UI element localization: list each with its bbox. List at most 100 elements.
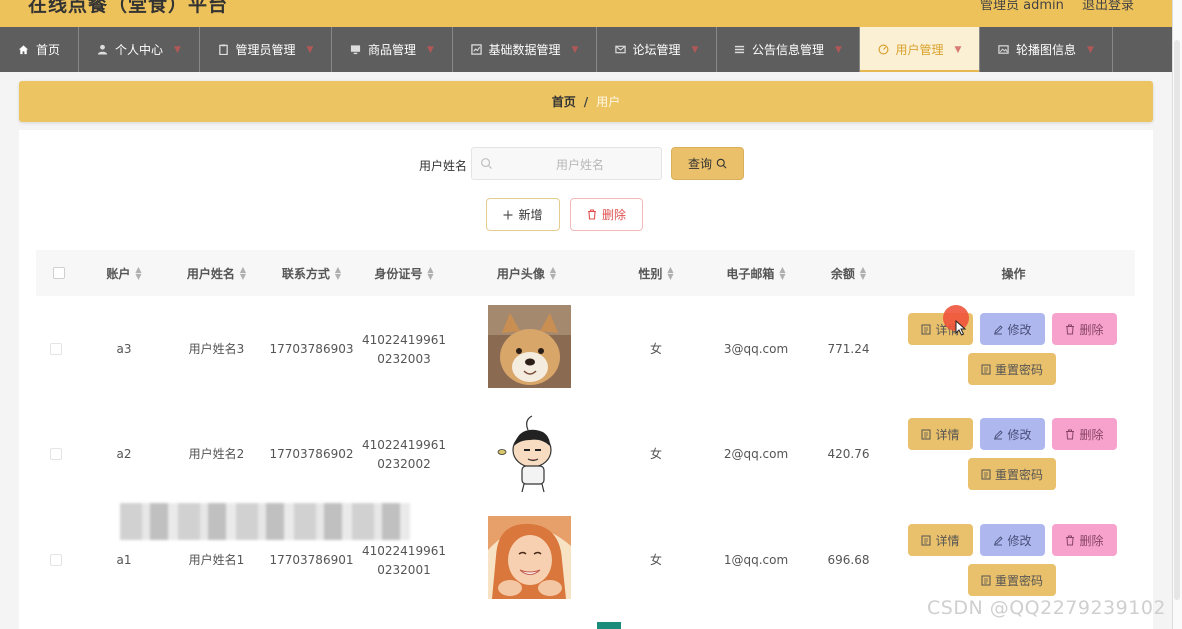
site-title: 在线点餐（堂食）平台 (28, 0, 229, 16)
delete-button[interactable]: 删除 (1052, 524, 1117, 556)
reset-password-button[interactable]: 重置密码 (968, 353, 1056, 385)
batch-delete-button[interactable]: 删除 (570, 198, 643, 231)
avatar (488, 412, 571, 495)
pagination-indicator[interactable] (597, 622, 621, 629)
trash-icon (1066, 324, 1075, 334)
nav-item-users[interactable]: 用户管理 ▼ (860, 27, 980, 72)
chevron-down-icon: ▼ (427, 44, 434, 55)
nav-item-label: 商品管理 (368, 43, 417, 57)
cell-balance: 771.24 (827, 342, 870, 356)
row-checkbox[interactable] (50, 448, 62, 460)
nav-item-label: 首页 (35, 43, 60, 57)
delete-button[interactable]: 删除 (1052, 313, 1117, 345)
column-header[interactable]: 用户姓名 ▲ ▼ (169, 250, 264, 296)
edit-button[interactable]: 修改 (980, 418, 1045, 450)
column-header[interactable]: 联系方式 ▲ ▼ (264, 250, 359, 296)
chevron-down-icon: ▼ (174, 44, 181, 55)
sort-icon: ▲ ▼ (427, 265, 434, 281)
pencil-icon (994, 324, 1004, 334)
window-scrollbar-thumb[interactable] (1174, 40, 1180, 600)
breadcrumb-current: 用户 (596, 95, 621, 109)
detail-button[interactable]: 详情 (908, 524, 973, 556)
column-header[interactable]: 性别 ▲ ▼ (606, 250, 706, 296)
document-icon (981, 469, 991, 479)
query-button-label: 查询 (687, 157, 712, 171)
pencil-icon (994, 429, 1004, 439)
nav-item-carousel[interactable]: 轮播图信息 ▼ (980, 27, 1113, 72)
search-field[interactable] (471, 147, 662, 181)
shiba-dog-image (488, 305, 571, 388)
nav-item-label: 论坛管理 (632, 43, 681, 57)
mail-icon (614, 45, 626, 54)
document-icon (921, 429, 931, 439)
watermark: CSDN @QQ2279239102 (927, 597, 1167, 619)
nav-item-forum[interactable]: 论坛管理 ▼ (597, 27, 717, 72)
detail-button[interactable]: 详情 (908, 418, 973, 450)
edit-button[interactable]: 修改 (980, 313, 1045, 345)
breadcrumb-separator: / (583, 94, 589, 109)
logout-link[interactable]: 退出登录 (1082, 0, 1134, 13)
cell-email: 2@qq.com (723, 447, 789, 461)
column-header[interactable]: 账户 ▲ ▼ (84, 250, 164, 296)
avatar (488, 305, 571, 388)
query-button[interactable]: 查询 (671, 147, 744, 180)
breadcrumb-home[interactable]: 首页 (552, 93, 576, 110)
nav-item-products[interactable]: 商品管理 ▼ (332, 27, 453, 72)
person-icon (97, 44, 108, 55)
nav-item-notices[interactable]: 公告信息管理 ▼ (717, 27, 860, 72)
sort-icon: ▲ ▼ (239, 265, 247, 281)
plus-icon (503, 210, 513, 219)
document-icon (981, 364, 991, 374)
nav-item-home[interactable]: 首页 (0, 27, 79, 72)
search-input[interactable] (498, 148, 662, 181)
sort-icon: ▲ ▼ (334, 265, 342, 281)
document-icon (981, 575, 991, 585)
cell-id: 41022419961 0232002 (362, 437, 446, 471)
row-checkbox[interactable] (50, 554, 62, 566)
delete-button[interactable]: 删除 (1052, 418, 1117, 450)
blurred-region (120, 503, 410, 540)
chevron-down-icon: ▼ (691, 44, 699, 55)
clipboard-icon (218, 44, 228, 55)
column-header[interactable]: 用户头像 ▲ ▼ (449, 250, 604, 296)
pencil-icon (994, 535, 1004, 545)
column-header[interactable]: 电子邮箱 ▲ ▼ (706, 250, 806, 296)
image-icon (998, 45, 1009, 54)
trash-icon (1066, 535, 1075, 545)
nav-item-label: 管理员管理 (235, 43, 296, 57)
cell-account: a2 (116, 447, 132, 461)
chart-icon (470, 44, 482, 55)
nav-item-basedata[interactable]: 基础数据管理 ▼ (453, 27, 597, 72)
cell-gender: 女 (649, 342, 662, 356)
nav-item-profile[interactable]: 个人中心 ▼ (79, 27, 200, 72)
row-checkbox[interactable] (50, 343, 62, 355)
list-icon (734, 45, 745, 54)
nav-item-admin[interactable]: 管理员管理 ▼ (200, 27, 332, 72)
nav-item-label: 个人中心 (115, 43, 164, 57)
column-header[interactable]: 余额 ▲ ▼ (806, 250, 891, 296)
avatar (488, 516, 571, 599)
table-row: a2 用户姓名2 17703786902 41022419961 0232002 … (36, 402, 1135, 507)
add-button[interactable]: 新增 (486, 198, 560, 231)
sort-icon: ▲ ▼ (667, 265, 674, 281)
select-all-checkbox[interactable] (53, 267, 65, 279)
column-header[interactable]: 身份证号 ▲ ▼ (359, 250, 449, 296)
cell-balance: 420.76 (827, 447, 870, 461)
reset-password-button[interactable]: 重置密码 (968, 564, 1056, 596)
edit-button[interactable]: 修改 (980, 524, 1045, 556)
reset-password-button[interactable]: 重置密码 (968, 458, 1056, 490)
cell-gender: 女 (649, 553, 662, 567)
trash-icon (587, 209, 596, 220)
search-icon (716, 158, 727, 169)
batch-delete-label: 删除 (601, 208, 626, 222)
cell-email: 1@qq.com (723, 553, 789, 567)
cell-phone: 17703786902 (269, 447, 354, 461)
chevron-down-icon: ▼ (835, 44, 842, 55)
home-icon (18, 45, 29, 55)
nav-item-label: 轮播图信息 (1016, 43, 1077, 57)
top-header: 在线点餐（堂食）平台 管理员 admin 退出登录 (0, 0, 1172, 27)
main-nav: 首页 个人中心 ▼ 管理员管理 ▼ 商品管理 ▼ 基础数据管理 ▼ 论坛管理 ▼… (0, 27, 1172, 72)
cartoon-boy-image (488, 412, 571, 495)
chevron-down-icon: ▼ (1087, 44, 1094, 55)
dashboard-icon (878, 44, 889, 55)
